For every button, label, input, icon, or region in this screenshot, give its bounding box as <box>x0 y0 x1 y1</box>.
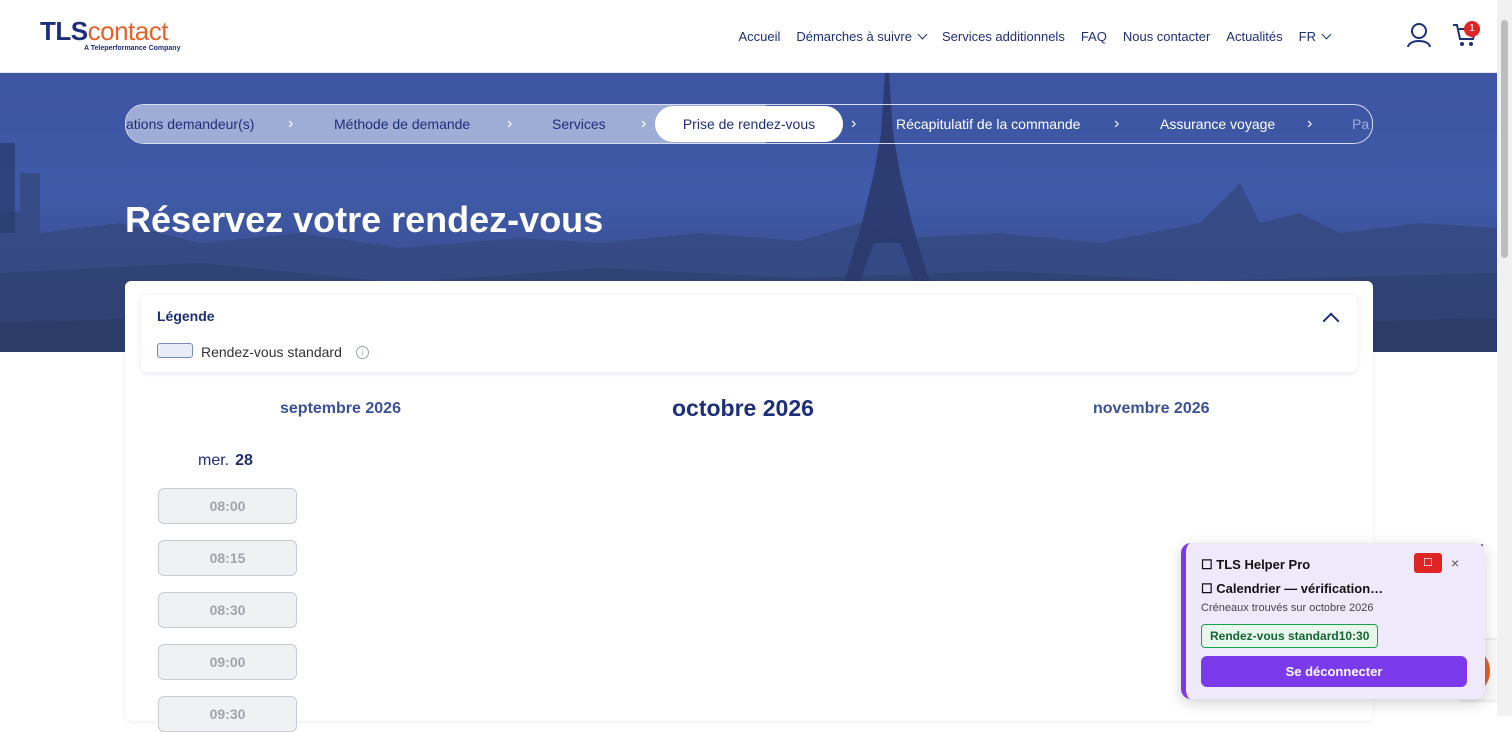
standard-appointment-swatch <box>157 343 193 358</box>
day-weekday: mer. <box>198 452 230 469</box>
time-slot[interactable]: 08:15 <box>158 540 297 576</box>
time-slot[interactable]: 09:00 <box>158 644 297 680</box>
user-icon[interactable] <box>1406 22 1432 48</box>
logo-text-tls: TLS <box>40 16 88 46</box>
scrollbar-thumb[interactable] <box>1501 20 1508 258</box>
logo-text-contact: contact <box>87 16 169 46</box>
next-month-link[interactable]: novembre 2026 <box>1093 400 1210 418</box>
step-recapitulatif[interactable]: Récapitulatif de la commande <box>896 105 1080 143</box>
chevron-right-icon: › <box>507 115 513 132</box>
chevron-right-icon: › <box>288 115 294 132</box>
current-month-title: octobre 2026 <box>672 395 814 421</box>
step-paiement[interactable]: Pa <box>1352 105 1369 143</box>
nav-demarches[interactable]: Démarches à suivre <box>796 28 928 44</box>
helper-subtitle: Créneaux trouvés sur octobre 2026 <box>1201 602 1374 614</box>
nav-demarches-label: Démarches à suivre <box>796 28 912 44</box>
chevron-right-icon: › <box>1114 115 1120 132</box>
logo-tagline: A Teleperformance Company <box>84 45 181 52</box>
day-date: 28 <box>235 452 253 469</box>
nav-faq[interactable]: FAQ <box>1081 29 1107 44</box>
found-slot-chip[interactable]: Rendez-vous standard10:30 <box>1201 624 1379 648</box>
legend-label-standard: Rendez-vous standard <box>201 344 342 360</box>
time-slot[interactable]: 08:00 <box>158 488 297 524</box>
main-nav: Accueil Démarches à suivre Services addi… <box>738 0 1332 72</box>
logout-button[interactable]: Se déconnecter <box>1201 656 1467 687</box>
info-icon[interactable]: i <box>356 346 369 359</box>
day-header: mer. 28 <box>198 452 253 470</box>
nav-actualites[interactable]: Actualités <box>1226 29 1282 44</box>
language-selector[interactable]: FR <box>1298 28 1332 44</box>
nav-accueil[interactable]: Accueil <box>738 29 780 44</box>
time-slot[interactable]: 09:30 <box>158 696 297 732</box>
page-title: Réservez votre rendez-vous <box>125 199 604 240</box>
chevron-up-icon[interactable] <box>1322 312 1340 330</box>
helper-close-button[interactable]: × <box>1451 555 1459 571</box>
chevron-down-icon <box>917 29 928 39</box>
cart-count-badge: 1 <box>1464 21 1480 37</box>
step-assurance-voyage[interactable]: Assurance voyage <box>1160 105 1275 143</box>
helper-status-text: Calendrier — vérification… <box>1216 581 1384 596</box>
time-slot[interactable]: 08:30 <box>158 592 297 628</box>
nav-nous-contacter[interactable]: Nous contacter <box>1123 29 1210 44</box>
prev-month-link[interactable]: septembre 2026 <box>280 400 401 418</box>
step-services[interactable]: Services <box>552 105 606 143</box>
stop-button[interactable]: ☐ <box>1414 553 1442 573</box>
helper-title: ☐ TLS Helper Pro <box>1201 557 1311 572</box>
nav-services-additionnels[interactable]: Services additionnels <box>942 29 1065 44</box>
tls-helper-panel: ☐ TLS Helper Pro ☐ × ☐ Calendrier — véri… <box>1181 543 1485 699</box>
chevron-down-icon <box>1321 29 1332 39</box>
step-methode-de-demande[interactable]: Méthode de demande <box>334 105 470 143</box>
tlscontact-logo[interactable]: TLScontact A Teleperformance Company <box>40 18 180 52</box>
step-informations-demandeurs[interactable]: ations demandeur(s) <box>126 105 254 143</box>
helper-status: ☐ Calendrier — vérification… <box>1201 581 1384 596</box>
page-scrollbar[interactable] <box>1497 0 1512 716</box>
chevron-right-icon: › <box>1307 115 1313 132</box>
language-label: FR <box>1298 28 1316 44</box>
progress-steps: ations demandeur(s) › Méthode de demande… <box>125 104 1373 144</box>
step-prise-de-rendez-vous[interactable]: Prise de rendez-vous <box>655 106 843 142</box>
helper-title-text: TLS Helper Pro <box>1216 557 1311 572</box>
site-header: TLScontact A Teleperformance Company Acc… <box>0 0 1497 73</box>
chevron-right-icon: › <box>641 115 647 132</box>
legend-panel: Légende Rendez-vous standard i <box>141 295 1357 372</box>
legend-title: Légende <box>157 308 215 324</box>
chevron-right-icon: › <box>851 115 857 132</box>
